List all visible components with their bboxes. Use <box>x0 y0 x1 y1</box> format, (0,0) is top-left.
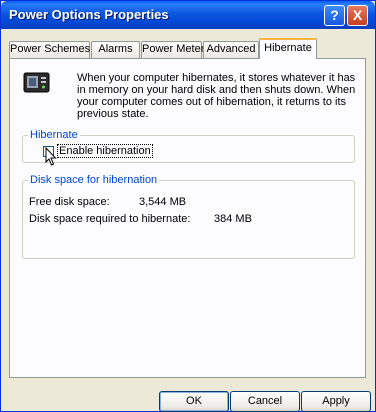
title-bar[interactable]: Power Options Properties ? X <box>1 1 375 29</box>
help-button[interactable]: ? <box>324 5 345 26</box>
disk-space-group-title: Disk space for hibernation <box>28 174 160 186</box>
tab-advanced[interactable]: Advanced <box>203 41 259 58</box>
apply-button[interactable]: Apply <box>301 391 371 412</box>
tab-power-meter[interactable]: Power Meter <box>141 41 204 58</box>
free-disk-space-label: Free disk space: <box>29 196 110 208</box>
cancel-button[interactable]: Cancel <box>230 391 300 412</box>
mouse-pointer-icon <box>45 147 57 166</box>
hibernate-computer-icon <box>23 72 50 93</box>
hibernate-description: When your computer hibernates, it stores… <box>77 72 356 120</box>
ok-button[interactable]: OK <box>159 391 229 412</box>
tab-hibernate[interactable]: Hibernate <box>259 38 317 59</box>
hibernate-group-title: Hibernate <box>28 129 80 141</box>
enable-hibernation-label[interactable]: Enable hibernation <box>57 144 153 158</box>
close-button[interactable]: X <box>347 5 368 26</box>
required-disk-space-label: Disk space required to hibernate: <box>29 213 191 225</box>
dialog-window: Power Options Properties ? X Power Schem… <box>0 0 376 412</box>
window-title: Power Options Properties <box>9 7 169 22</box>
tab-power-schemes[interactable]: Power Schemes <box>9 41 90 58</box>
tab-alarms[interactable]: Alarms <box>91 41 140 58</box>
free-disk-space-value: 3,544 MB <box>139 196 187 208</box>
required-disk-space-value: 384 MB <box>214 213 252 225</box>
